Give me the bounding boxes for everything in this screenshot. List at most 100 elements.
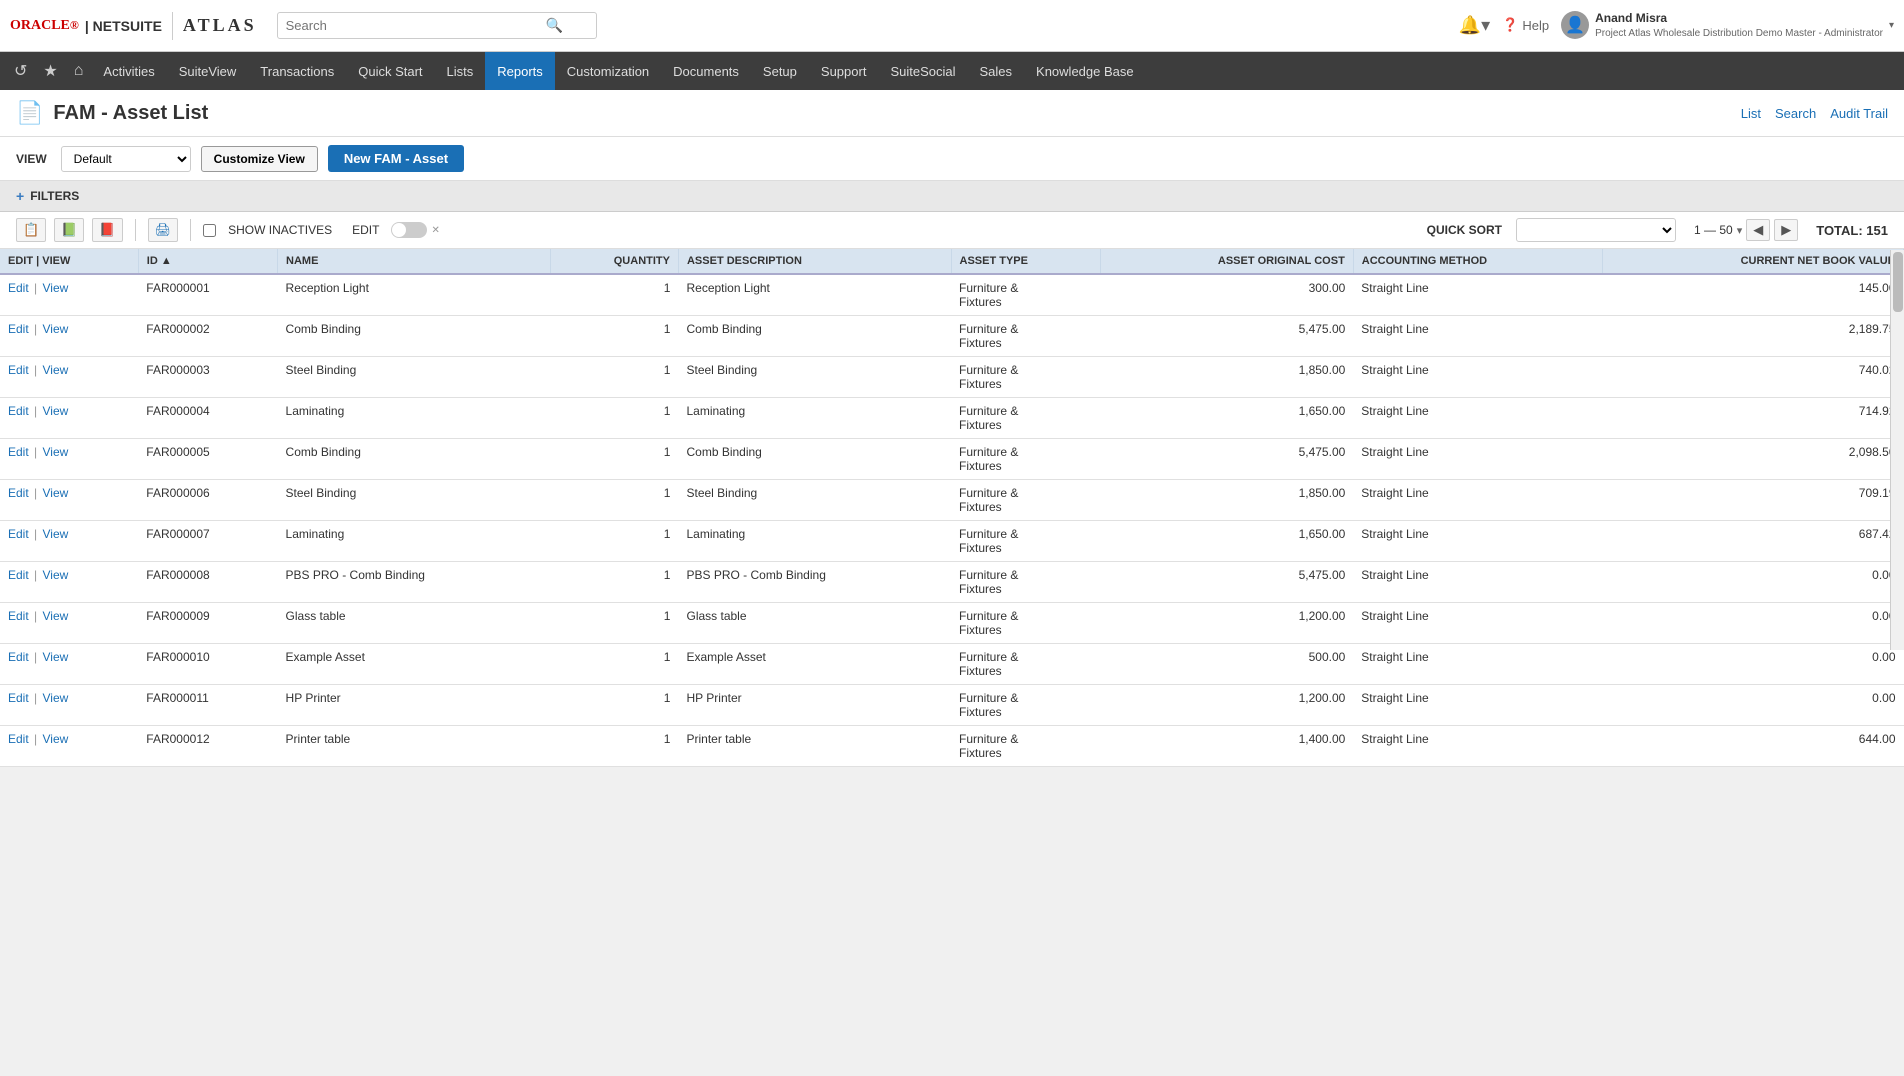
col-quantity: QUANTITY: [550, 249, 678, 274]
edit-view-cell: Edit | View: [0, 316, 138, 357]
separator: |: [34, 691, 40, 705]
separator: |: [34, 281, 40, 295]
edit-link[interactable]: Edit: [8, 609, 29, 623]
help-label: Help: [1522, 18, 1549, 33]
new-fam-asset-button[interactable]: New FAM - Asset: [328, 145, 464, 172]
user-area[interactable]: 👤 Anand Misra Project Atlas Wholesale Di…: [1561, 10, 1894, 41]
atlas-logo: ATLAS: [183, 15, 257, 36]
home-icon[interactable]: ⌂: [66, 62, 92, 80]
view-link[interactable]: View: [42, 445, 68, 459]
nav-item-suiteview[interactable]: SuiteView: [167, 52, 249, 90]
quantity-cell: 1: [550, 726, 678, 767]
view-link[interactable]: View: [42, 322, 68, 336]
nav-item-reports[interactable]: Reports: [485, 52, 555, 90]
toggle-track[interactable]: [391, 222, 427, 238]
view-link[interactable]: View: [42, 691, 68, 705]
nav-item-documents[interactable]: Documents: [661, 52, 751, 90]
help-button[interactable]: ❓ Help: [1502, 17, 1549, 33]
edit-link[interactable]: Edit: [8, 445, 29, 459]
nav-item-setup[interactable]: Setup: [751, 52, 809, 90]
accounting-cell: Straight Line: [1353, 357, 1603, 398]
search-bar[interactable]: 🔍: [277, 12, 597, 39]
scrollbar[interactable]: [1890, 250, 1904, 650]
edit-link[interactable]: Edit: [8, 527, 29, 541]
print-icon[interactable]: 🖨: [148, 218, 179, 242]
edit-link[interactable]: Edit: [8, 281, 29, 295]
edit-link[interactable]: Edit: [8, 404, 29, 418]
type-cell: Furniture & Fixtures: [951, 480, 1101, 521]
favorites-icon[interactable]: ★: [35, 61, 65, 81]
list-link[interactable]: List: [1741, 106, 1761, 121]
asset-table: EDIT | VIEW ID ▲ NAME QUANTITY ASSET DES…: [0, 249, 1904, 767]
nav-item-suitesocial[interactable]: SuiteSocial: [878, 52, 967, 90]
type-cell: Furniture & Fixtures: [951, 316, 1101, 357]
view-link[interactable]: View: [42, 650, 68, 664]
edit-link[interactable]: Edit: [8, 732, 29, 746]
search-icon[interactable]: 🔍: [546, 17, 563, 34]
description-cell: Comb Binding: [678, 439, 951, 480]
edit-link[interactable]: Edit: [8, 486, 29, 500]
view-select[interactable]: Default: [61, 146, 191, 172]
user-dropdown-icon[interactable]: ▾: [1889, 20, 1894, 31]
quantity-cell: 1: [550, 603, 678, 644]
search-link[interactable]: Search: [1775, 106, 1816, 121]
nav-item-activities[interactable]: Activities: [91, 52, 166, 90]
pagination-dropdown[interactable]: ▾: [1737, 224, 1743, 237]
net-book-cell: 740.02: [1603, 357, 1904, 398]
header-row: EDIT | VIEW ID ▲ NAME QUANTITY ASSET DES…: [0, 249, 1904, 274]
export-text-icon[interactable]: 📋: [16, 218, 46, 242]
edit-link[interactable]: Edit: [8, 691, 29, 705]
view-link[interactable]: View: [42, 527, 68, 541]
view-link[interactable]: View: [42, 486, 68, 500]
nav-item-customization[interactable]: Customization: [555, 52, 661, 90]
edit-toggle[interactable]: ✕: [391, 222, 439, 238]
original-cost-cell: 1,200.00: [1101, 603, 1353, 644]
separator: |: [34, 486, 40, 500]
separator: |: [34, 363, 40, 377]
next-page-button[interactable]: ▶: [1774, 219, 1798, 241]
view-link[interactable]: View: [42, 404, 68, 418]
nav-item-lists[interactable]: Lists: [435, 52, 486, 90]
nav-item-transactions[interactable]: Transactions: [248, 52, 346, 90]
edit-link[interactable]: Edit: [8, 363, 29, 377]
col-original-cost: ASSET ORIGINAL COST: [1101, 249, 1353, 274]
view-link[interactable]: View: [42, 609, 68, 623]
filters-bar[interactable]: + FILTERS: [0, 181, 1904, 212]
edit-link[interactable]: Edit: [8, 322, 29, 336]
quick-sort-select[interactable]: [1516, 218, 1676, 242]
view-link[interactable]: View: [42, 732, 68, 746]
page-header: 📄 FAM - Asset List List Search Audit Tra…: [0, 90, 1904, 137]
accounting-cell: Straight Line: [1353, 521, 1603, 562]
view-link[interactable]: View: [42, 281, 68, 295]
view-link[interactable]: View: [42, 568, 68, 582]
scrollbar-thumb[interactable]: [1893, 252, 1903, 312]
prev-page-button[interactable]: ◀: [1746, 219, 1770, 241]
col-id[interactable]: ID ▲: [138, 249, 277, 274]
notifications-button[interactable]: 🔔▾: [1459, 15, 1490, 36]
toggle-close-icon[interactable]: ✕: [431, 225, 439, 236]
show-inactives-checkbox[interactable]: [203, 224, 216, 237]
export-pdf-icon[interactable]: 📕: [92, 218, 122, 242]
accounting-cell: Straight Line: [1353, 480, 1603, 521]
nav-item-quick-start[interactable]: Quick Start: [346, 52, 434, 90]
export-excel-icon[interactable]: 📗: [54, 218, 84, 242]
net-book-cell: 0.00: [1603, 685, 1904, 726]
view-link[interactable]: View: [42, 363, 68, 377]
edit-link[interactable]: Edit: [8, 568, 29, 582]
quantity-cell: 1: [550, 316, 678, 357]
edit-link[interactable]: Edit: [8, 650, 29, 664]
history-icon[interactable]: ↺: [6, 61, 35, 81]
nav-item-sales[interactable]: Sales: [968, 52, 1025, 90]
audit-trail-link[interactable]: Audit Trail: [1830, 106, 1888, 121]
search-input[interactable]: [286, 18, 546, 33]
customize-view-button[interactable]: Customize View: [201, 146, 318, 172]
name-cell: Steel Binding: [278, 357, 551, 398]
table-row: Edit | View FAR000012 Printer table 1 Pr…: [0, 726, 1904, 767]
net-book-cell: 2,098.50: [1603, 439, 1904, 480]
description-cell: Steel Binding: [678, 480, 951, 521]
nav-item-support[interactable]: Support: [809, 52, 879, 90]
nav-item-knowledge-base[interactable]: Knowledge Base: [1024, 52, 1146, 90]
separator: |: [34, 568, 40, 582]
page-actions: List Search Audit Trail: [1741, 106, 1888, 121]
table-row: Edit | View FAR000003 Steel Binding 1 St…: [0, 357, 1904, 398]
